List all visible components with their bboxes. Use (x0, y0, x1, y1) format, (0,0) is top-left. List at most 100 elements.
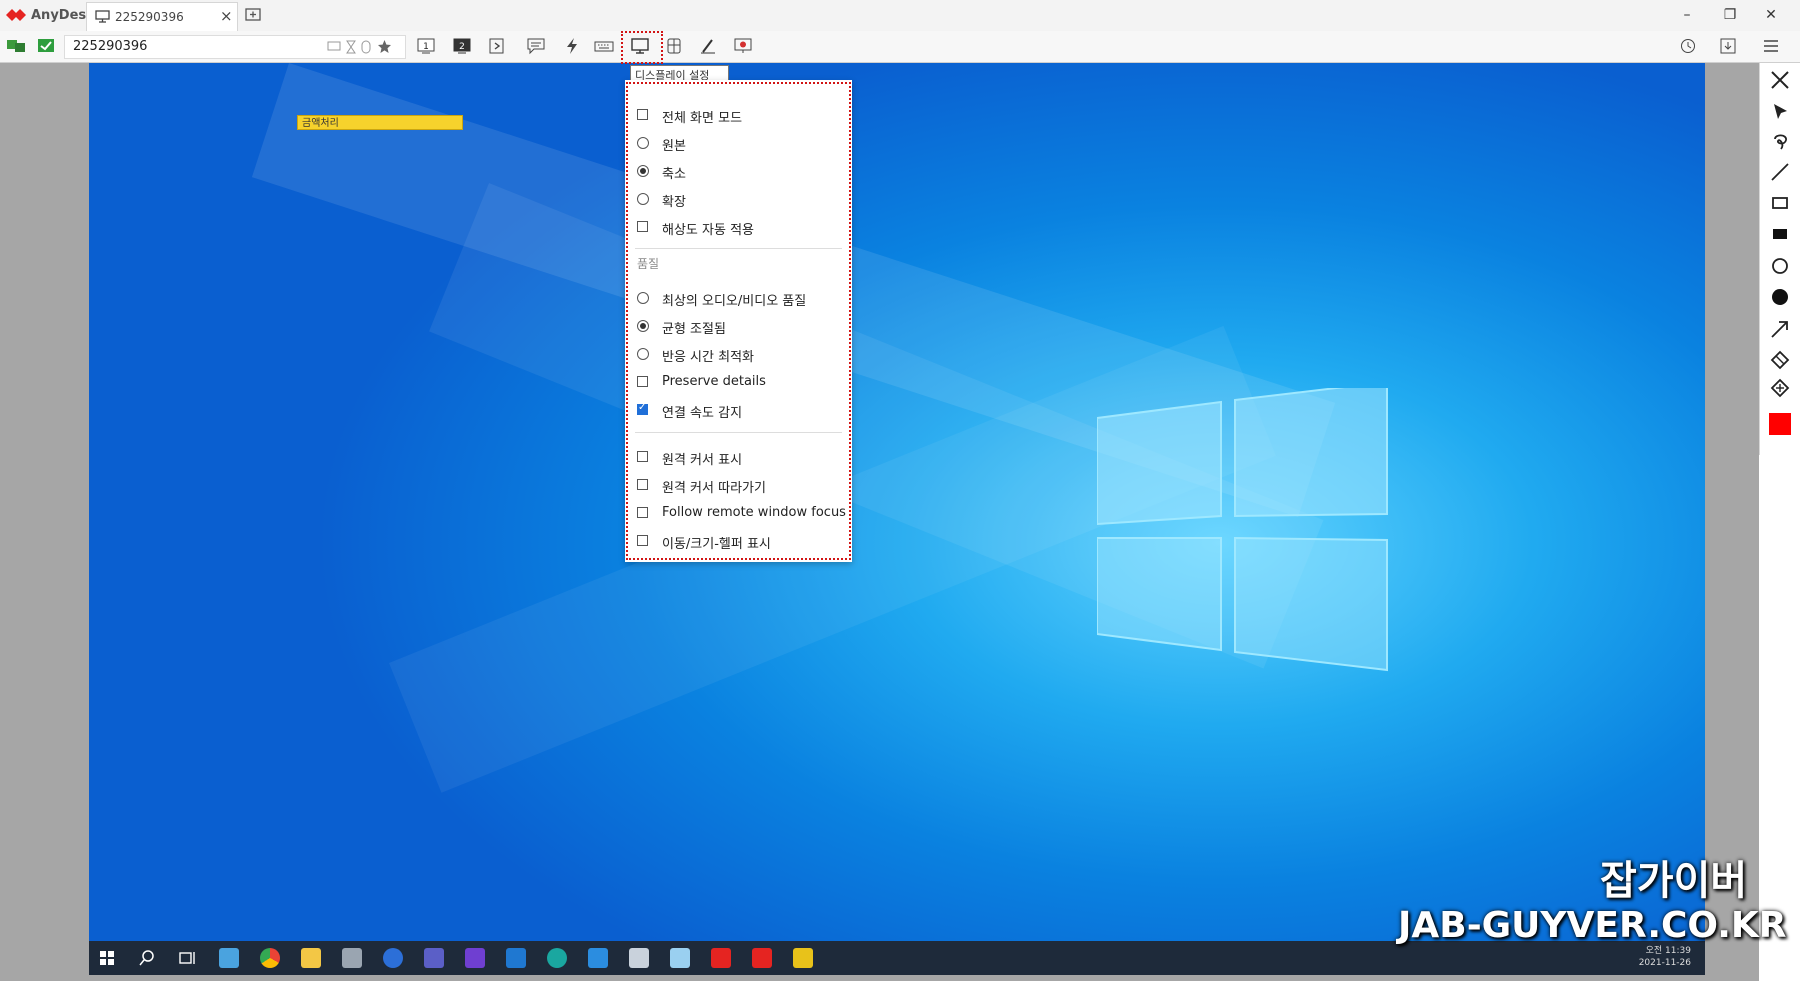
chrome-icon[interactable] (260, 948, 280, 968)
menu-item-stretch[interactable]: 확장 (625, 186, 852, 212)
line-icon[interactable] (1769, 161, 1791, 183)
task-view-icon[interactable] (177, 948, 197, 968)
tray-clock[interactable]: 오전 11:39 2021-11-26 (1639, 945, 1691, 969)
app-icon[interactable] (588, 948, 608, 968)
remote-taskbar: 오전 11:39 2021-11-26 (89, 941, 1705, 975)
checkbox[interactable] (637, 535, 648, 546)
close-tab-icon[interactable]: × (220, 7, 233, 25)
checkbox-checked[interactable] (637, 402, 648, 415)
menu-item-auto-resolution[interactable]: 해상도 자동 적용 (625, 214, 852, 240)
menu-item-optimize-response[interactable]: 반응 시간 최적화 (625, 341, 852, 367)
app-icon[interactable] (219, 948, 239, 968)
menu-item-label: 균형 조절됨 (662, 322, 726, 337)
m-app-icon[interactable] (383, 948, 403, 968)
menu-item-fullscreen[interactable]: 전체 화면 모드 (625, 102, 852, 128)
menu-item-label: Follow remote window focus (662, 505, 846, 520)
explorer-icon[interactable] (301, 948, 321, 968)
actions-icon[interactable] (562, 37, 582, 55)
app-icon[interactable] (342, 948, 362, 968)
close-window-button[interactable]: ✕ (1754, 4, 1788, 26)
menu-item-label: 연결 속도 감지 (662, 406, 743, 421)
checkbox[interactable] (637, 507, 648, 518)
hourglass-icon (346, 40, 356, 54)
whiteboard-icon[interactable] (698, 37, 718, 55)
checkbox[interactable] (637, 376, 648, 387)
file-transfer-icon[interactable] (487, 37, 507, 55)
app-icon[interactable] (670, 948, 690, 968)
checkbox[interactable] (637, 221, 648, 232)
radio-button[interactable] (637, 137, 649, 149)
menu-item-follow-remote-cursor[interactable]: 원격 커서 따라가기 (625, 472, 852, 498)
menu-item-shrink[interactable]: 축소 (625, 158, 852, 184)
filled-circle-icon[interactable] (1769, 286, 1791, 308)
app-icon[interactable] (629, 948, 649, 968)
checkbox[interactable] (637, 451, 648, 462)
u-app-icon[interactable] (465, 948, 485, 968)
filled-rectangle-icon[interactable] (1769, 223, 1791, 245)
history-icon[interactable] (1678, 37, 1698, 55)
title-bar: AnyDesk 225290396 × – ❐ ✕ (0, 0, 1800, 32)
menu-item-move-resize-helper[interactable]: 이동/크기-헬퍼 표시 (625, 528, 852, 554)
radio-button[interactable] (637, 292, 649, 304)
star-icon[interactable] (377, 39, 392, 54)
minimize-button[interactable]: – (1670, 4, 1704, 26)
record-icon[interactable] (733, 37, 753, 55)
checkbox[interactable] (637, 109, 648, 120)
menu-item-label: 확장 (662, 195, 686, 210)
menu-item-preserve-details[interactable]: Preserve details (625, 369, 852, 395)
checkbox[interactable] (637, 479, 648, 490)
input-icon[interactable] (664, 37, 684, 55)
menu-separator (635, 432, 842, 433)
verified-icon (38, 39, 54, 52)
clear-icon[interactable] (1769, 377, 1791, 399)
menu-item-label: 해상도 자동 적용 (662, 223, 754, 238)
radio-button-selected[interactable] (637, 320, 649, 332)
menu-item-follow-window-focus[interactable]: Follow remote window focus (625, 500, 852, 526)
search-icon[interactable] (137, 948, 157, 968)
menu-icon[interactable] (1761, 37, 1781, 55)
teams-icon[interactable] (424, 948, 444, 968)
session-tab[interactable]: 225290396 × (86, 2, 238, 32)
rectangle-icon[interactable] (1769, 192, 1791, 214)
app-icon[interactable] (793, 948, 813, 968)
pointer-icon[interactable] (1769, 101, 1791, 123)
anydesk-logo-icon (6, 9, 26, 21)
mouse-icon (361, 40, 371, 54)
menu-item-best-quality[interactable]: 최상의 오디오/비디오 품질 (625, 285, 852, 311)
radio-button[interactable] (637, 348, 649, 360)
new-tab-icon[interactable] (244, 6, 262, 24)
menu-item-balanced[interactable]: 균형 조절됨 (625, 313, 852, 339)
remote-desktop[interactable]: 금액처리 (89, 63, 1705, 943)
chat-icon[interactable] (526, 37, 546, 55)
outlook-icon[interactable] (506, 948, 526, 968)
radio-button[interactable] (637, 193, 649, 205)
monitor-icon (95, 10, 110, 23)
keyboard-icon[interactable] (594, 37, 614, 55)
close-icon[interactable] (1769, 69, 1791, 91)
lasso-icon[interactable] (1769, 131, 1791, 153)
anydesk-icon[interactable] (711, 948, 731, 968)
anydesk-icon[interactable] (752, 948, 772, 968)
monitor-1-label: 1 (423, 42, 429, 52)
connection-status-icon[interactable] (6, 37, 26, 55)
radio-button-selected[interactable] (637, 165, 649, 177)
eraser-icon[interactable] (1769, 349, 1791, 371)
menu-item-original[interactable]: 원본 (625, 130, 852, 156)
address-value: 225290396 (73, 39, 148, 54)
monitor-2-icon[interactable]: 2 (452, 37, 472, 55)
menu-item-show-remote-cursor[interactable]: 원격 커서 표시 (625, 444, 852, 470)
menu-item-detect-speed[interactable]: 연결 속도 감지 (625, 397, 852, 423)
circle-icon[interactable] (1769, 255, 1791, 277)
edge-icon[interactable] (547, 948, 567, 968)
monitor-1-icon[interactable]: 1 (416, 37, 436, 55)
menu-item-label: 반응 시간 최적화 (662, 350, 754, 365)
quality-section-label: 품질 (637, 257, 660, 271)
color-swatch[interactable] (1769, 413, 1791, 435)
menu-item-label: 이동/크기-헬퍼 표시 (662, 537, 771, 552)
restore-button[interactable]: ❐ (1713, 4, 1747, 26)
address-field[interactable]: 225290396 (64, 35, 406, 59)
start-icon[interactable] (97, 948, 117, 968)
arrow-icon[interactable] (1769, 318, 1791, 340)
tab-label: 225290396 (115, 10, 184, 24)
download-icon[interactable] (1718, 37, 1738, 55)
